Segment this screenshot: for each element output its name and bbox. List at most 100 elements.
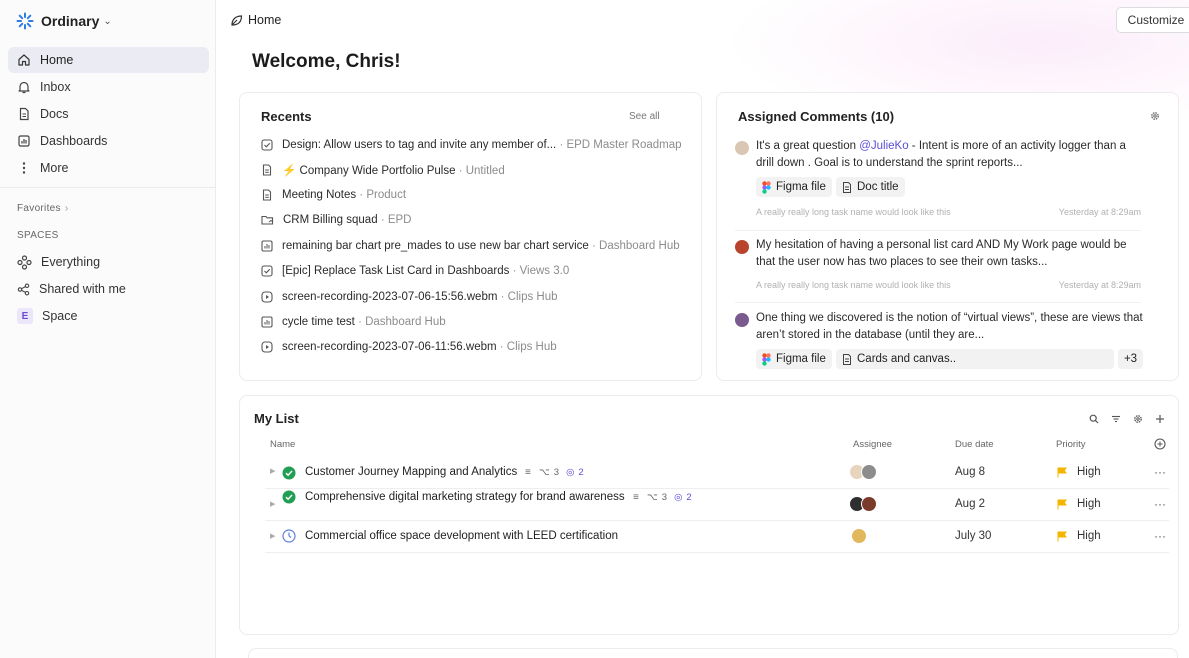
sidebar-item-label: Home [40,53,74,67]
chip-label: Doc title [857,181,899,193]
recent-item[interactable]: CRM Billing squad · EPD [261,211,411,229]
avatar[interactable] [861,464,877,480]
favorites-section[interactable]: Favorites › [17,203,68,214]
gear-icon[interactable] [1150,111,1160,121]
avatar[interactable] [851,528,867,544]
play-icon [261,341,273,353]
favorites-label: Favorites [17,203,61,214]
comment-text: One thing we discovered is the notion of… [756,312,1143,341]
more-options-icon[interactable]: ··· [1154,497,1166,511]
filter-icon[interactable] [1111,414,1121,424]
comment-item[interactable]: My hesitation of having a personal list … [735,239,1145,300]
status-complete-icon[interactable] [282,490,296,504]
expand-arrow-icon[interactable]: ▶ [270,532,275,540]
recent-location: · Clips Hub [500,291,558,303]
recent-item[interactable]: Meeting Notes · Product [261,186,406,204]
column-header-assignee[interactable]: Assignee [853,439,892,450]
recent-name: Meeting Notes [282,189,357,201]
comment-meta: A really really long task name would loo… [756,207,1141,217]
recent-item[interactable]: [Epic] Replace Task List Card in Dashboa… [261,262,569,280]
priority-label: High [1077,498,1101,510]
sidebar-item-shared[interactable]: Shared with me [8,276,209,302]
see-all-link[interactable]: See all [629,111,660,122]
priority[interactable]: High [1057,466,1101,478]
description-icon: ≡ [525,467,531,478]
expand-arrow-icon[interactable]: ▶ [270,467,275,475]
sidebar-item-more[interactable]: More [8,155,209,181]
column-header-name[interactable]: Name [270,439,295,450]
comment-meta: A really really long task name would loo… [756,280,1141,290]
doc-icon [19,107,29,121]
recent-item[interactable]: Design: Allow users to tag and invite an… [261,136,682,154]
more-attachments-chip[interactable]: +3 [1118,349,1143,369]
customize-button[interactable]: Customize [1116,7,1189,33]
divider [735,302,1141,303]
workspace-switcher[interactable]: Ordinary ⌄ [16,10,112,32]
column-header-priority[interactable]: Priority [1056,439,1086,450]
recent-item[interactable]: cycle time test · Dashboard Hub [261,313,446,331]
add-column-icon[interactable] [1154,438,1166,450]
breadcrumb[interactable]: Home [230,13,281,27]
recent-name: Company Wide Portfolio Pulse [299,165,456,177]
search-icon[interactable] [1089,414,1099,424]
due-date[interactable]: July 30 [955,530,991,542]
task-name[interactable]: Customer Journey Mapping and Analytics [305,466,517,478]
lightning-icon: ⚡ [282,165,297,177]
doc-chip[interactable]: Doc title [836,177,905,197]
status-complete-icon[interactable] [282,466,296,480]
table-row[interactable]: ▶ Comprehensive digital marketing strate… [265,489,1169,521]
sidebar-item-dashboards[interactable]: Dashboards [8,128,209,154]
top-bar: Home Customize [217,0,1189,40]
recent-location: · EPD [380,214,412,226]
sidebar-item-home[interactable]: Home [8,47,209,73]
comment-item[interactable]: It's a great question @JulieKo - Intent … [735,140,1145,221]
due-date[interactable]: Aug 8 [955,466,985,478]
checklist-count: 2 [578,467,584,478]
table-row[interactable]: ▶ Customer Journey Mapping and Analytics… [265,457,1169,489]
task-name[interactable]: Commercial office space development with… [305,530,618,542]
figma-file-chip[interactable]: Figma file [756,177,832,197]
status-in-progress-icon[interactable] [282,529,296,543]
figma-icon [762,352,771,366]
avatar[interactable] [861,496,877,512]
task-name[interactable]: Comprehensive digital marketing strategy… [305,491,625,503]
sidebar-item-space[interactable]: E Space [8,303,209,329]
recent-name: CRM Billing squad [283,214,378,226]
leaf-icon [231,14,243,26]
mention-link[interactable]: @JulieKo [859,140,908,152]
recent-name: screen-recording-2023-07-06-15:56.webm [282,291,498,303]
figma-icon [762,180,771,194]
recent-name: remaining bar chart pre_mades to use new… [282,240,589,252]
chevron-down-icon: ⌄ [103,15,112,27]
gear-icon[interactable] [1133,414,1143,424]
subtask-count: 3 [553,467,560,478]
recent-item[interactable]: remaining bar chart pre_mades to use new… [261,237,680,255]
chip-label: Figma file [776,181,826,193]
figma-file-chip[interactable]: Figma file [756,349,832,369]
table-row[interactable]: ▶ Commercial office space development wi… [265,521,1169,553]
plus-icon[interactable] [1155,414,1165,424]
task-meta: ≡ ⌥ 3 ◎ 2 [525,467,584,478]
recent-location: · Dashboard Hub [592,240,680,252]
priority[interactable]: High [1057,498,1101,510]
sidebar-item-everything[interactable]: Everything [8,249,209,275]
sidebar-item-docs[interactable]: Docs [8,101,209,127]
recent-item[interactable]: screen-recording-2023-07-06-11:56.webm ·… [261,338,557,356]
expand-arrow-icon[interactable]: ▶ [270,500,275,508]
more-options-icon[interactable]: ··· [1154,465,1166,479]
recent-item[interactable]: screen-recording-2023-07-06-15:56.webm ·… [261,288,558,306]
comment-task-name: A really really long task name would loo… [756,207,951,217]
sidebar-item-label: Shared with me [39,282,126,296]
due-date[interactable]: Aug 2 [955,498,985,510]
sidebar-item-inbox[interactable]: Inbox [8,74,209,100]
doc-chip[interactable]: Cards and canvas.. [836,349,1114,369]
home-icon [18,54,30,66]
doc-icon [843,181,851,193]
comment-item[interactable]: One thing we discovered is the notion of… [735,312,1145,380]
doc-icon [262,164,272,176]
column-header-due-date[interactable]: Due date [955,439,994,450]
priority[interactable]: High [1057,530,1101,542]
recent-item[interactable]: ⚡ Company Wide Portfolio Pulse · Untitle… [261,161,505,179]
more-options-icon[interactable]: ··· [1154,529,1166,543]
divider [735,230,1141,231]
